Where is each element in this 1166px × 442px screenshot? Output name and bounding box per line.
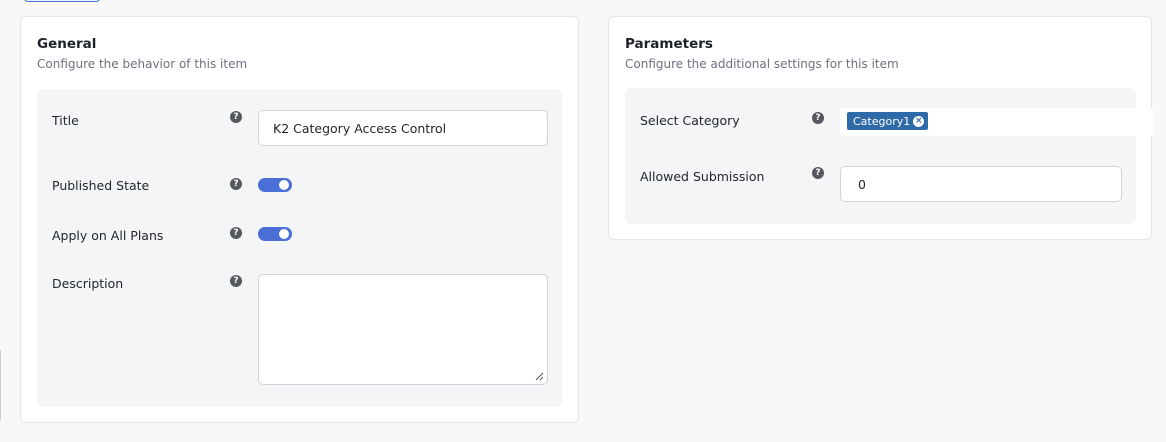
question-circle-icon[interactable]: ? [812,167,824,179]
question-circle-icon[interactable]: ? [230,178,242,190]
allowed-submission-input[interactable]: 0 [840,166,1122,202]
toggle-knob [279,180,289,190]
description-label: Description [52,276,124,291]
question-circle-icon[interactable]: ? [230,227,242,239]
description-textarea[interactable] [258,274,548,385]
category-chip: Category1 × [847,112,929,130]
apply-all-plans-toggle[interactable] [258,227,292,241]
published-state-label: Published State [52,178,150,193]
general-card-title: General [37,36,97,52]
left-edge-divider [0,350,1,420]
apply-all-plans-label: Apply on All Plans [52,228,164,243]
resize-grip-icon[interactable] [535,372,544,381]
parameters-card-title: Parameters [625,36,713,52]
close-circle-icon[interactable]: × [913,115,925,127]
toggle-knob [279,229,289,239]
general-card: General Configure the behavior of this i… [20,16,579,423]
question-circle-icon[interactable]: ? [812,112,824,124]
parameters-card-subtitle: Configure the additional settings for th… [625,57,899,71]
title-label: Title [52,113,79,128]
select-category-label: Select Category [640,113,740,128]
published-state-toggle[interactable] [258,178,292,192]
top-tab-fragment[interactable] [24,0,100,2]
category-chip-label: Category1 [853,114,911,128]
title-input-value: K2 Category Access Control [273,120,447,136]
question-circle-icon[interactable]: ? [230,111,242,123]
general-fields-panel: Title ? K2 Category Access Control Publi… [37,89,562,407]
allowed-submission-label: Allowed Submission [640,169,765,184]
parameters-card: Parameters Configure the additional sett… [608,16,1153,240]
general-card-subtitle: Configure the behavior of this item [37,57,248,71]
parameters-fields-panel: Select Category ? Category1 × Allowed Su… [625,88,1153,224]
title-input[interactable]: K2 Category Access Control [258,110,548,146]
category-select-field[interactable]: Category1 × [840,108,1153,136]
question-circle-icon[interactable]: ? [230,275,242,287]
allowed-submission-value: 0 [858,176,866,192]
